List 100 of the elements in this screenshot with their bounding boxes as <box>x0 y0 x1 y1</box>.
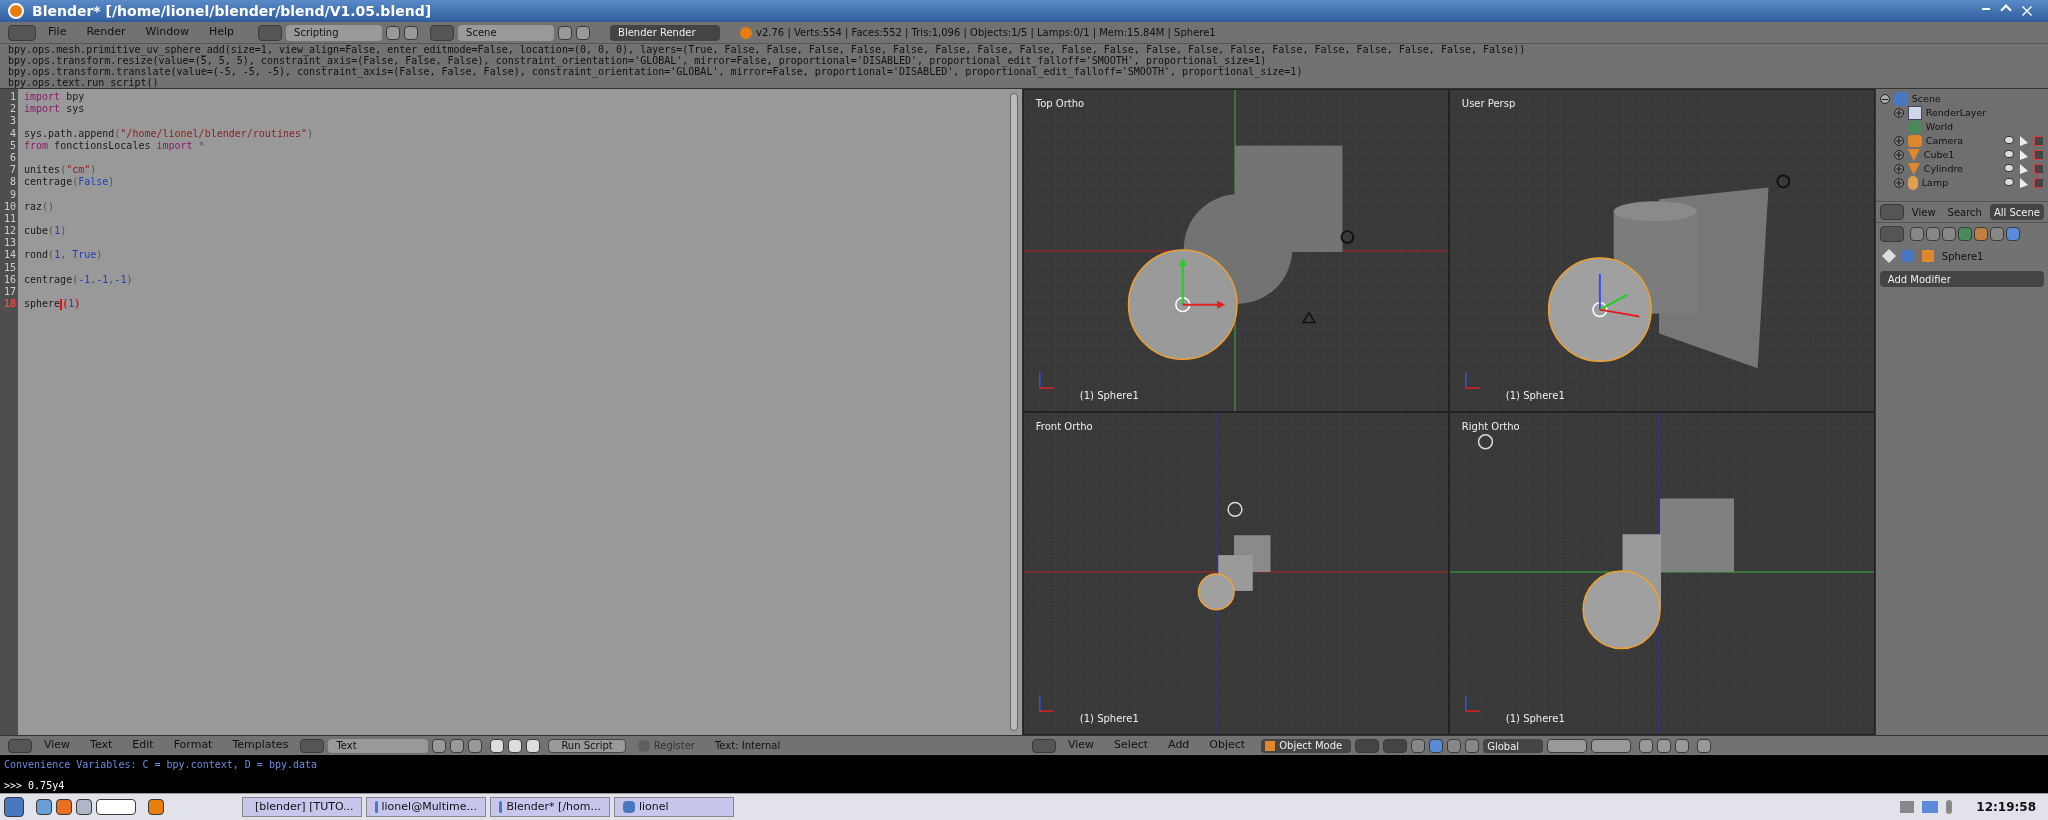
layout-icon[interactable] <box>258 24 283 41</box>
outliner-item[interactable]: RenderLayer <box>1925 105 1987 121</box>
menu-item[interactable]: Object <box>1201 737 1254 754</box>
expand-toggle[interactable] <box>1893 108 1904 118</box>
taskbar-item[interactable]: lionel@Multime... <box>366 797 486 817</box>
outliner-item[interactable]: World <box>1925 119 1954 135</box>
layer-lock-icon[interactable] <box>1639 738 1654 753</box>
mode-dropdown[interactable]: Object Mode <box>1261 738 1352 753</box>
menu-item[interactable]: View <box>1907 204 1940 220</box>
scrollbar[interactable] <box>1009 93 1018 731</box>
run-script-button[interactable]: Run Script <box>548 738 626 753</box>
menu-item[interactable]: File <box>40 24 75 41</box>
pivot-icon[interactable] <box>1383 738 1408 753</box>
close-icon <box>2022 6 2032 16</box>
add-icon[interactable] <box>386 25 401 40</box>
screen-field[interactable]: Scripting <box>286 24 383 41</box>
expand-toggle[interactable] <box>1879 94 1890 104</box>
orientation-dropdown[interactable]: Global <box>1483 738 1544 753</box>
text-icon[interactable] <box>300 738 325 753</box>
viewport[interactable]: User Persp (1) Sphere1 <box>1448 89 1875 412</box>
menu-item[interactable]: Templates <box>224 737 297 754</box>
console-input[interactable]: >>> 0.75y4 <box>4 778 2044 793</box>
expand-toggle[interactable] <box>1893 136 1904 146</box>
snap-icon[interactable] <box>1675 738 1690 753</box>
manipulator-icon[interactable] <box>1411 738 1426 753</box>
shading-icon[interactable] <box>1355 738 1380 753</box>
viewport[interactable]: Top Ortho (1) Sphere1 <box>1022 89 1449 412</box>
browser-icon[interactable] <box>56 799 72 815</box>
viewport[interactable]: Right Ortho (1) Sphere1 <box>1448 412 1875 735</box>
filter-dropdown[interactable]: All Scene <box>1989 204 2044 220</box>
word-wrap-icon[interactable] <box>508 738 523 753</box>
scene-field[interactable]: Scene <box>458 24 555 41</box>
menu-item[interactable]: View <box>36 737 79 754</box>
rotate-icon[interactable] <box>1447 738 1462 753</box>
transform-gizmo[interactable] <box>1592 272 1641 318</box>
wrench-icon[interactable] <box>2005 227 2020 241</box>
start-menu-icon[interactable] <box>4 797 24 817</box>
editor-type-icon[interactable] <box>8 738 32 753</box>
outliner-item[interactable]: Cylindre <box>1923 161 1963 177</box>
axis-gizmo <box>1464 694 1481 712</box>
menu-item[interactable]: Render <box>78 24 134 41</box>
render-icon[interactable] <box>1697 738 1712 753</box>
outliner-item[interactable]: Lamp <box>1921 175 1949 191</box>
outliner-item[interactable]: Cube1 <box>1923 147 1955 163</box>
desktop-pager-icon[interactable] <box>96 799 136 815</box>
expand-toggle[interactable] <box>1893 178 1904 188</box>
expand-toggle[interactable] <box>1893 150 1904 160</box>
viewport[interactable]: Front Ortho (1) Sphere1 <box>1022 412 1449 735</box>
translate-icon[interactable] <box>1429 738 1444 753</box>
camera-icon <box>1340 230 1355 245</box>
menu-item[interactable]: Format <box>165 737 221 754</box>
close-icon[interactable] <box>576 25 591 40</box>
windows-icon[interactable] <box>76 799 92 815</box>
syntax-icon[interactable] <box>526 738 541 753</box>
constraint-icon[interactable] <box>1989 227 2004 241</box>
menu-item[interactable]: Help <box>200 24 243 41</box>
menu-item[interactable]: Text <box>82 737 121 754</box>
render-engine-dropdown[interactable]: Blender Render <box>610 24 721 41</box>
taskbar-item[interactable]: [blender] [TUTO... <box>242 797 362 817</box>
folder-icon[interactable] <box>450 738 465 753</box>
expand-toggle[interactable] <box>1893 164 1904 174</box>
layers-icon[interactable] <box>1925 227 1940 241</box>
add-modifier-dropdown[interactable]: Add Modifier <box>1879 271 2044 287</box>
add-icon[interactable] <box>432 738 447 753</box>
editor-type-icon[interactable] <box>1879 226 1904 242</box>
object-icon[interactable] <box>1973 227 1988 241</box>
layers-grid-icon[interactable] <box>1547 738 1588 753</box>
outliner-item[interactable]: Scene <box>1911 91 1941 107</box>
scene-icon[interactable] <box>1941 227 1956 241</box>
minimize-icon <box>1982 6 1990 10</box>
file-manager-icon[interactable] <box>36 799 52 815</box>
layers-grid-icon[interactable] <box>1591 738 1632 753</box>
menu-item[interactable]: Search <box>1943 204 1986 220</box>
transform-gizmo[interactable] <box>1174 257 1225 313</box>
line-numbers-icon[interactable] <box>490 738 505 753</box>
add-icon[interactable] <box>558 25 573 40</box>
camera-icon <box>1907 135 1922 147</box>
close-icon[interactable] <box>468 738 483 753</box>
menu-item[interactable]: Window <box>137 24 197 41</box>
taskbar-item[interactable]: Blender* [/hom... <box>490 797 610 817</box>
code-line: sphere (1) <box>24 298 81 311</box>
blender-icon[interactable] <box>148 799 164 815</box>
render-icon[interactable] <box>1909 227 1924 241</box>
menu-item[interactable]: Add <box>1160 737 1198 754</box>
close-icon[interactable] <box>404 25 419 40</box>
display-mode-icon[interactable] <box>1879 204 1904 220</box>
outliner-item[interactable]: Camera <box>1925 133 1964 149</box>
menu-item[interactable]: Edit <box>124 737 162 754</box>
menu-item[interactable]: View <box>1060 737 1103 754</box>
code-line: import bpy <box>24 91 85 104</box>
proportional-icon[interactable] <box>1657 738 1672 753</box>
taskbar-item[interactable]: lionel <box>614 797 734 817</box>
editor-type-icon[interactable] <box>1032 738 1056 753</box>
scale-icon[interactable] <box>1465 738 1480 753</box>
world-icon[interactable] <box>1957 227 1972 241</box>
python-console[interactable]: Convenience Variables: C = bpy.context, D = bpy.data >>> 0.75y4 <box>0 755 2048 793</box>
info-icon[interactable] <box>8 24 36 41</box>
menu-item[interactable]: Select <box>1106 737 1157 754</box>
text-name-field[interactable]: Text <box>328 738 429 753</box>
scene-icon[interactable] <box>430 24 455 41</box>
